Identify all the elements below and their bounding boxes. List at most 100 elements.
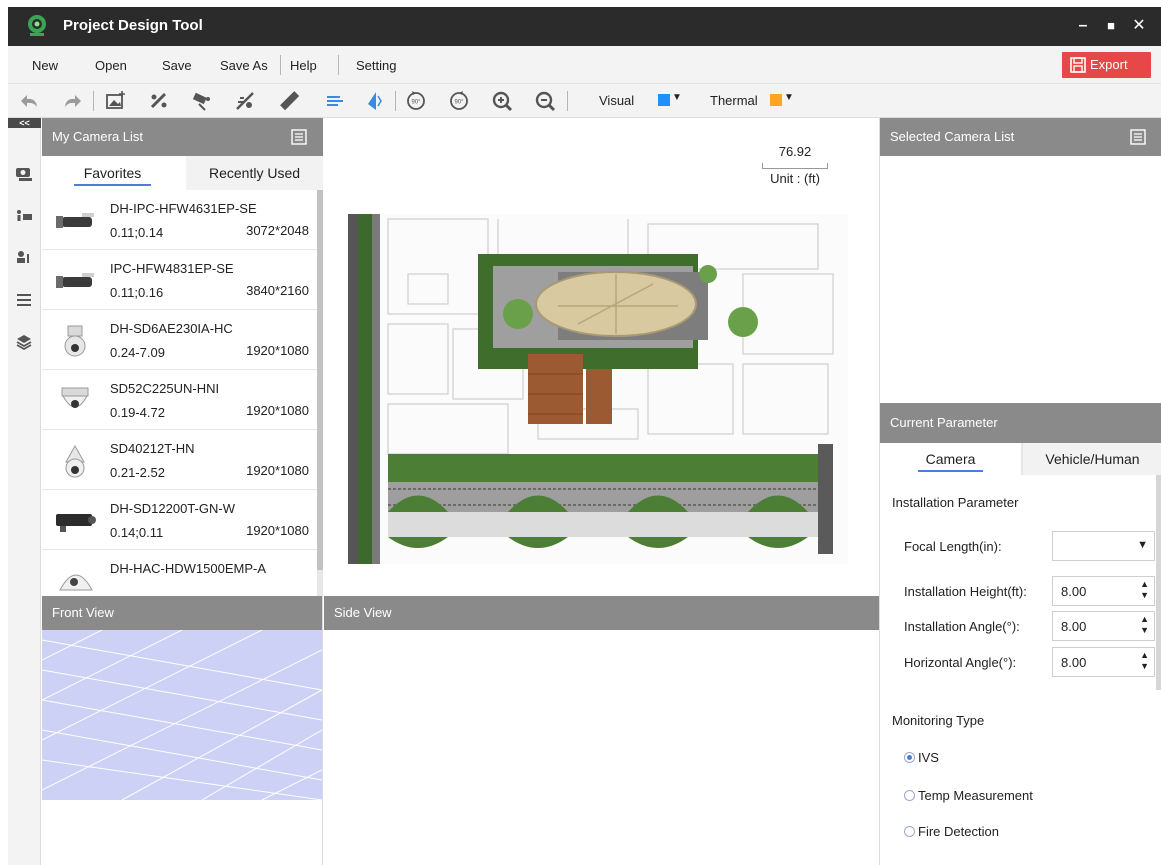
mirror-icon[interactable] [364, 90, 386, 112]
radio-selected-icon [904, 752, 915, 763]
tab-favorites[interactable]: Favorites [42, 156, 183, 190]
menu-save[interactable]: Save [162, 58, 192, 73]
dome-camera-icon [54, 384, 98, 418]
horizontal-angle-value: 8.00 [1061, 655, 1087, 670]
scrollbar-thumb[interactable] [317, 190, 323, 570]
list-view-icon[interactable] [291, 129, 307, 145]
right-panel: Selected Camera List Current Parameter C… [879, 118, 1161, 865]
parameter-scrollbar[interactable] [1156, 475, 1161, 690]
active-tab-indicator [74, 184, 151, 186]
focal-length-select[interactable]: ▼ [1052, 531, 1155, 561]
erase-line-icon[interactable] [234, 90, 256, 112]
camera-lens: 0.14;0.11 [110, 525, 164, 540]
installation-height-value: 8.00 [1061, 584, 1087, 599]
toolbar-separator [93, 91, 94, 111]
camera-list-item[interactable]: SD52C225UN-HNI 0.19-4.72 1920*1080 [42, 370, 317, 430]
bullet-camera-icon [54, 204, 98, 238]
zoom-in-icon[interactable] [491, 90, 513, 112]
svg-text:90°: 90° [454, 100, 464, 106]
scale-tool-icon[interactable] [148, 90, 170, 112]
camera-list-item[interactable]: DH-HAC-HDW1500EMP-A [42, 550, 317, 596]
menu-help[interactable]: Help [290, 58, 317, 73]
radio-ivs[interactable]: IVS [904, 750, 939, 765]
maximize-button[interactable]: ■ [1100, 15, 1122, 37]
camera-list: DH-IPC-HFW4631EP-SE 0.11;0.14 3072*2048 IPC… [42, 190, 317, 596]
camera-list-item[interactable]: IPC-HFW4831EP-SE 0.11;0.16 3840*2160 [42, 250, 317, 310]
export-button[interactable]: Export [1062, 52, 1151, 78]
camera-list-item[interactable]: DH-SD6AE230IA-HC 0.24-7.09 1920*1080 [42, 310, 317, 370]
spinner-arrows-icon[interactable]: ▲ ▼ [1140, 650, 1149, 672]
menu-setting[interactable]: Setting [356, 58, 396, 73]
minimize-button[interactable]: – [1072, 15, 1094, 37]
installation-height-label: Installation Height(ft): [904, 584, 1027, 599]
menu-new[interactable]: New [32, 58, 58, 73]
camera-library-icon[interactable] [14, 164, 34, 184]
device-people-icon[interactable] [14, 206, 34, 226]
ptz-camera-icon [54, 324, 98, 358]
layers-icon[interactable] [14, 332, 34, 352]
toolbar: 90° 90° Visual ▼ Thermal ▼ [8, 84, 1161, 118]
visual-label: Visual [599, 93, 635, 108]
radio-temp-measurement[interactable]: Temp Measurement [904, 788, 1033, 803]
spinner-arrows-icon[interactable]: ▲ ▼ [1140, 614, 1149, 636]
floor-plan-image[interactable] [348, 214, 848, 564]
camera-place-icon[interactable] [191, 90, 213, 112]
tab-camera[interactable]: Camera [880, 443, 1021, 475]
rotate-right-90-icon[interactable]: 90° [448, 90, 470, 112]
tab-recently-used[interactable]: Recently Used [183, 156, 323, 190]
close-button[interactable]: ✕ [1128, 15, 1150, 37]
floor-plan-canvas[interactable]: 76.92 Unit : (ft) [324, 118, 879, 596]
camera-lens: 0.24-7.09 [110, 345, 165, 360]
tab-vehicle-human[interactable]: Vehicle/Human [1021, 443, 1161, 475]
camera-list-title: My Camera List [52, 129, 144, 144]
eyeball-camera-icon [54, 564, 98, 596]
zoom-out-icon[interactable] [534, 90, 556, 112]
side-view-title: Side View [334, 605, 392, 620]
thermal-color-swatch[interactable] [770, 94, 782, 106]
horizontal-angle-stepper[interactable]: 8.00 ▲ ▼ [1052, 647, 1155, 677]
list-icon[interactable] [14, 290, 34, 310]
title-bar: Project Design Tool – ■ ✕ [8, 7, 1161, 46]
box-camera-icon [54, 504, 98, 538]
radio-fire-detection[interactable]: Fire Detection [904, 824, 999, 839]
add-image-icon[interactable] [105, 90, 127, 112]
tab-recently-used-label: Recently Used [208, 165, 301, 181]
undo-icon[interactable] [18, 90, 40, 112]
current-parameter-title: Current Parameter [890, 415, 998, 430]
camera-list-scrollbar[interactable] [317, 190, 323, 596]
tab-vehicle-human-label: Vehicle/Human [1045, 451, 1140, 467]
front-view-grid[interactable] [42, 630, 322, 800]
camera-list-item[interactable]: SD40212T-HN 0.21-2.52 1920*1080 [42, 430, 317, 490]
camera-name: IPC-HFW4831EP-SE [110, 261, 234, 276]
visual-color-swatch[interactable] [658, 94, 670, 106]
camera-list-item[interactable]: DH-SD12200T-GN-W 0.14;0.11 1920*1080 [42, 490, 317, 550]
redo-icon[interactable] [62, 90, 84, 112]
camera-name: DH-HAC-HDW1500EMP-A [110, 561, 267, 576]
align-icon[interactable] [324, 90, 346, 112]
list-view-icon[interactable] [1130, 129, 1146, 145]
rotate-left-90-icon[interactable]: 90° [405, 90, 427, 112]
spinner-arrows-icon[interactable]: ▲ ▼ [1140, 579, 1149, 601]
visual-dropdown-icon[interactable]: ▼ [672, 92, 682, 103]
tab-favorites-label: Favorites [83, 165, 142, 181]
scale-bar [762, 163, 828, 169]
ruler-icon[interactable] [279, 90, 301, 112]
installation-angle-stepper[interactable]: 8.00 ▲ ▼ [1052, 611, 1155, 641]
parameter-tabs: Camera Vehicle/Human [880, 443, 1161, 475]
thermal-dropdown-icon[interactable]: ▼ [784, 92, 794, 103]
camera-resolution: 3840*2160 [246, 283, 309, 298]
menu-save-as[interactable]: Save As [220, 58, 268, 73]
side-view-panel: Side View [324, 596, 879, 865]
app-title: Project Design Tool [63, 17, 203, 34]
users-icon[interactable] [14, 248, 34, 268]
collapse-rail-button[interactable]: << [8, 118, 41, 128]
camera-lens: 0.11;0.14 [110, 225, 164, 240]
radio-unselected-icon [904, 790, 915, 801]
camera-resolution: 1920*1080 [246, 343, 309, 358]
radio-fire-detection-label: Fire Detection [918, 824, 999, 839]
installation-height-stepper[interactable]: 8.00 ▲ ▼ [1052, 576, 1155, 606]
camera-list-item[interactable]: DH-IPC-HFW4631EP-SE 0.11;0.14 3072*2048 [42, 190, 317, 250]
menu-open[interactable]: Open [95, 58, 127, 73]
camera-resolution: 1920*1080 [246, 523, 309, 538]
scale-indicator: 76.92 Unit : (ft) [760, 144, 830, 186]
